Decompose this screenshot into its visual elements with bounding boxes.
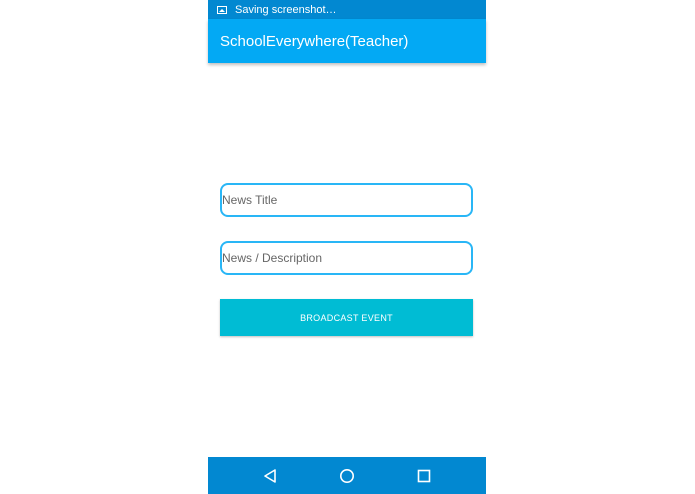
recents-button[interactable] [404, 457, 444, 494]
recents-icon [417, 469, 431, 482]
navigation-bar [208, 457, 486, 494]
phone-screen: Saving screenshot… SchoolEverywhere(Teac… [208, 0, 486, 494]
back-icon [264, 468, 276, 483]
news-description-input[interactable] [220, 241, 473, 275]
news-title-input[interactable] [220, 183, 473, 217]
app-title: SchoolEverywhere(Teacher) [220, 32, 409, 50]
status-bar: Saving screenshot… [208, 0, 486, 19]
app-bar: SchoolEverywhere(Teacher) [208, 19, 486, 63]
home-button[interactable] [327, 457, 367, 494]
home-icon [340, 468, 354, 483]
status-notification-text: Saving screenshot… [235, 3, 337, 16]
broadcast-event-button[interactable]: BROADCAST EVENT [220, 299, 473, 336]
back-button[interactable] [250, 457, 290, 494]
image-icon [217, 5, 227, 14]
